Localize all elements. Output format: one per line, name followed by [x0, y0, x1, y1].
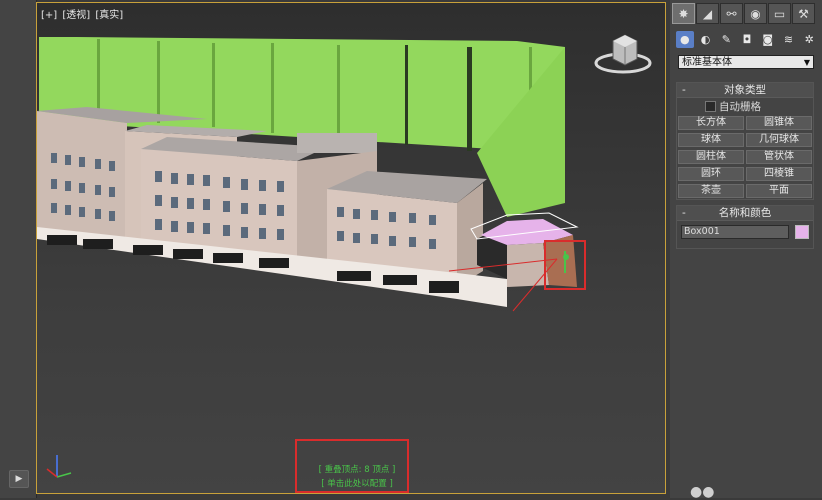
tube-button[interactable]: 管状体 — [746, 150, 812, 164]
object-name-field[interactable]: Box001 — [681, 225, 789, 239]
name-and-color-rollout: - 名称和颜色 Box001 — [676, 205, 814, 249]
play-icon: ▶ — [15, 474, 23, 484]
box-button[interactable]: 长方体 — [678, 116, 744, 130]
rollout-title: 名称和颜色 — [718, 207, 772, 219]
viewport-label[interactable]: [+] [透视] [真实] — [41, 6, 125, 21]
utilities-icon: ⚒ — [798, 6, 809, 21]
tab-modify[interactable]: ◢ — [696, 3, 719, 24]
create-category-bar: ● ◐ ✎ ◘ ◙ ≋ ✲ — [676, 31, 818, 49]
autogrid-label: 自动栅格 — [719, 101, 761, 113]
autogrid-row: 自动栅格 — [677, 98, 813, 114]
tab-utilities[interactable]: ⚒ — [792, 3, 815, 24]
object-type-buttons: 长方体 圆锥体 球体 几何球体 圆柱体 管状体 圆环 四棱锥 茶壶 平面 — [677, 114, 813, 198]
command-panel: ✸ ◢ ⚯ ◉ ▭ ⚒ ● ◐ ✎ ◘ ◙ ≋ ✲ 标准基本体 ▼ - 对象类型… — [670, 0, 822, 498]
object-type-rollout-header[interactable]: - 对象类型 — [677, 83, 813, 98]
tab-create[interactable]: ✸ — [672, 3, 695, 24]
category-helpers[interactable]: ◙ — [759, 31, 777, 48]
teapot-button[interactable]: 茶壶 — [678, 184, 744, 198]
tab-hierarchy[interactable]: ⚯ — [720, 3, 743, 24]
lights-icon: ✎ — [721, 33, 731, 46]
overlapping-vertices-prompt[interactable]: [ 重叠顶点: 8 顶点 ] [ 单击此处以配置 ] — [295, 439, 409, 493]
viewcube[interactable] — [593, 29, 653, 77]
sphere-button[interactable]: 球体 — [678, 133, 744, 147]
tab-motion[interactable]: ◉ — [744, 3, 767, 24]
display-icon: ▭ — [773, 6, 786, 21]
name-and-color-rollout-header[interactable]: - 名称和颜色 — [677, 206, 813, 221]
geometry-icon: ● — [680, 33, 690, 46]
viewport-shading[interactable]: [真实] — [95, 10, 123, 21]
tab-display[interactable]: ▭ — [768, 3, 791, 24]
perspective-viewport[interactable]: [+] [透视] [真实] [重叠顶点: 8 顶点] [单击此处以配置] — [36, 2, 666, 494]
command-panel-tabs: ✸ ◢ ⚯ ◉ ▭ ⚒ — [672, 3, 820, 25]
create-icon: ✸ — [678, 6, 689, 21]
axis-tripod-icon — [46, 455, 72, 478]
viewport-menu-plus[interactable]: [+] — [41, 10, 57, 21]
rollout-title: 对象类型 — [724, 84, 766, 96]
space-warps-icon: ≋ — [783, 33, 794, 46]
helpers-icon: ◙ — [762, 33, 774, 46]
category-space-warps[interactable]: ≋ — [780, 31, 798, 48]
dropdown-value: 标准基本体 — [682, 57, 732, 68]
object-type-rollout: - 对象类型 自动栅格 长方体 圆锥体 球体 几何球体 圆柱体 管状体 圆环 四… — [676, 82, 814, 200]
pyramid-button[interactable]: 四棱锥 — [746, 167, 812, 181]
hierarchy-icon: ⚯ — [726, 6, 737, 21]
collapse-icon: - — [682, 84, 686, 96]
cone-button[interactable]: 圆锥体 — [746, 116, 812, 130]
left-strip: ▶ — [0, 0, 37, 498]
motion-icon: ◉ — [750, 6, 761, 21]
chevron-down-icon: ▼ — [803, 58, 810, 67]
object-color-swatch[interactable] — [795, 225, 809, 239]
prompt-configure-link[interactable]: [ 单击此处以配置 ] — [311, 477, 403, 489]
viewport-point-of-view[interactable]: [透视] — [62, 10, 90, 21]
expand-arrow-button[interactable]: ▶ — [9, 470, 29, 488]
primitive-category-dropdown[interactable]: 标准基本体 ▼ — [678, 55, 814, 69]
collapse-icon: - — [682, 207, 686, 219]
modify-icon: ◢ — [702, 6, 713, 21]
category-systems[interactable]: ✲ — [800, 31, 818, 48]
cylinder-button[interactable]: 圆柱体 — [678, 150, 744, 164]
shapes-icon: ◐ — [700, 33, 711, 46]
autogrid-checkbox[interactable] — [705, 101, 716, 112]
cameras-icon: ◘ — [742, 33, 752, 46]
scene-render — [37, 37, 586, 312]
category-cameras[interactable]: ◘ — [738, 31, 756, 48]
plane-button[interactable]: 平面 — [746, 184, 812, 198]
systems-icon: ✲ — [804, 33, 814, 46]
torus-button[interactable]: 圆环 — [678, 167, 744, 181]
category-lights[interactable]: ✎ — [717, 31, 735, 48]
geosphere-button[interactable]: 几何球体 — [746, 133, 812, 147]
prompt-vertex-count: [ 重叠顶点: 8 顶点 ] — [318, 465, 396, 475]
category-geometry[interactable]: ● — [676, 31, 694, 48]
category-shapes[interactable]: ◐ — [697, 31, 715, 48]
